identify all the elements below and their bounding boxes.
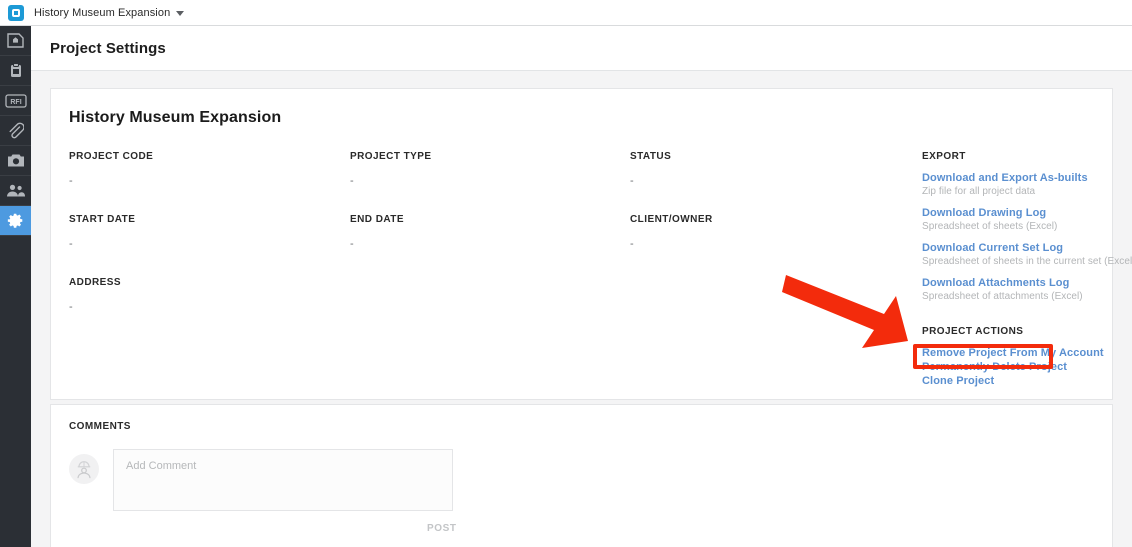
field-status: STATUS - (630, 151, 921, 187)
field-value: - (630, 238, 634, 250)
punch-clipboard-icon (9, 62, 23, 79)
project-tab-label: History Museum Expansion (34, 6, 171, 19)
export-sublabel: Zip file for all project data (922, 186, 1036, 197)
field-value: - (630, 175, 634, 187)
left-nav-rail: RFI (0, 26, 31, 547)
sidebar-item-sheets[interactable] (0, 26, 31, 56)
project-name: History Museum Expansion (69, 109, 282, 126)
comments-card: COMMENTS POST (50, 404, 1113, 547)
clone-project-link[interactable]: Clone Project (922, 374, 1132, 388)
download-drawing-log-link[interactable]: Download Drawing Log (922, 206, 1132, 220)
field-address: ADDRESS - (69, 277, 350, 313)
field-start-date: START DATE - (69, 214, 350, 250)
field-client-owner: CLIENT/OWNER - (630, 214, 921, 250)
field-value: - (350, 238, 354, 250)
export-heading: EXPORT (922, 151, 966, 162)
top-bar: History Museum Expansion (0, 0, 1132, 26)
paperclip-icon (7, 122, 24, 139)
export-sublabel: Spreadsheet of sheets in the current set… (922, 256, 1132, 267)
field-value: - (69, 175, 73, 187)
rfi-icon: RFI (4, 93, 27, 108)
content-area: History Museum Expansion PROJECT CODE - … (31, 71, 1132, 547)
chevron-down-icon[interactable] (176, 11, 185, 16)
field-value: - (69, 238, 73, 250)
sheet-home-icon (7, 33, 24, 48)
export-sublabel: Spreadsheet of sheets (Excel) (922, 221, 1058, 232)
app-root: History Museum Expansion RFI Project Set… (0, 0, 1132, 547)
add-comment-input[interactable] (126, 460, 440, 500)
add-comment-box[interactable] (113, 449, 453, 511)
post-comment-button[interactable]: POST (427, 523, 457, 534)
comment-compose-row (69, 449, 1094, 511)
sidebar-item-settings[interactable] (0, 206, 31, 236)
gear-icon (7, 212, 24, 229)
highlight-box-permanently-delete-project (913, 344, 1053, 369)
field-label: ADDRESS (69, 277, 122, 288)
sidebar-item-photos[interactable] (0, 146, 31, 176)
field-label: CLIENT/OWNER (630, 214, 713, 225)
page-title: Project Settings (50, 39, 166, 57)
action-row: Clone Project (922, 374, 1132, 388)
sidebar-item-attachments[interactable] (0, 116, 31, 146)
export-item-drawing-log: Download Drawing Log Spreadsheet of shee… (922, 206, 1132, 234)
download-current-set-log-link[interactable]: Download Current Set Log (922, 241, 1132, 255)
field-value: - (69, 301, 73, 313)
download-attachments-log-link[interactable]: Download Attachments Log (922, 276, 1132, 290)
quadrant-logo-icon[interactable] (8, 4, 24, 21)
sidebar-item-team[interactable] (0, 176, 31, 206)
field-project-code: PROJECT CODE - (69, 151, 350, 187)
people-icon (6, 184, 26, 197)
project-tab[interactable]: History Museum Expansion (34, 0, 185, 26)
field-project-type: PROJECT TYPE - (350, 151, 630, 187)
field-label: START DATE (69, 214, 136, 225)
field-label: STATUS (630, 151, 672, 162)
project-actions-heading: PROJECT ACTIONS (922, 326, 1024, 337)
field-label: PROJECT TYPE (350, 151, 432, 162)
field-label: PROJECT CODE (69, 151, 154, 162)
page-header: Project Settings (31, 26, 1132, 71)
hardhat-user-icon (69, 454, 99, 484)
project-fields-grid: PROJECT CODE - PROJECT TYPE - STATUS - S… (69, 151, 921, 313)
export-sublabel: Spreadsheet of attachments (Excel) (922, 291, 1083, 302)
sidebar-item-rfi[interactable]: RFI (0, 86, 31, 116)
svg-text:RFI: RFI (10, 99, 21, 106)
comments-heading: COMMENTS (69, 421, 131, 432)
sidebar-item-punch[interactable] (0, 56, 31, 86)
field-value: - (350, 175, 354, 187)
field-label: END DATE (350, 214, 404, 225)
camera-icon (7, 153, 25, 168)
export-item-attachments-log: Download Attachments Log Spreadsheet of … (922, 276, 1132, 304)
field-end-date: END DATE - (350, 214, 630, 250)
download-asbuilts-link[interactable]: Download and Export As-builts (922, 171, 1132, 185)
export-item-current-set-log: Download Current Set Log Spreadsheet of … (922, 241, 1132, 269)
export-item-asbuilts: Download and Export As-builts Zip file f… (922, 171, 1132, 199)
